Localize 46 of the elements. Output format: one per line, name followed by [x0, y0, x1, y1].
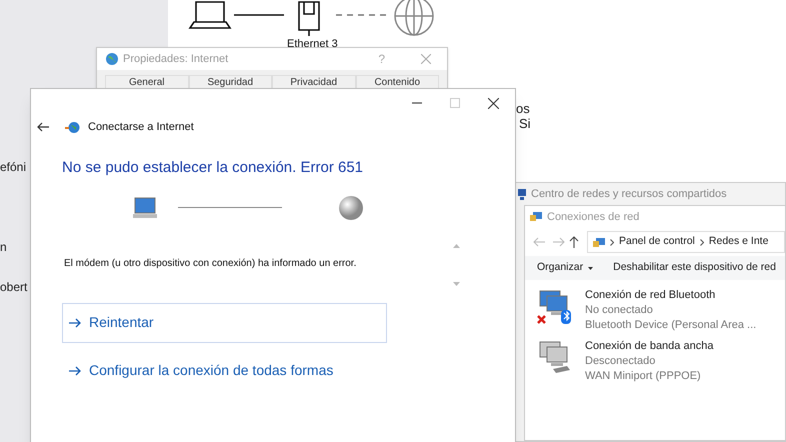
window-title: Centro de redes y recursos compartidos [531, 186, 727, 202]
forward-arrow-icon[interactable] [553, 237, 565, 247]
breadcrumb-item[interactable]: Panel de control [619, 234, 695, 250]
caret-icon [588, 266, 594, 270]
maximize-icon[interactable] [450, 98, 460, 108]
background-text: Si [519, 115, 531, 133]
background-text: os [516, 100, 530, 118]
breadcrumb-item[interactable]: Redes e Inte [708, 234, 768, 250]
globe-icon [65, 120, 80, 134]
close-icon[interactable] [488, 98, 499, 108]
toolbar-button[interactable]: Deshabilitar este dispositivo de red [613, 260, 776, 276]
toolbar-button[interactable]: Organizar [537, 260, 594, 276]
computer-icon [132, 196, 158, 220]
error-message: El módem (u otro dispositivo con conexión) ha informado un error. [64, 256, 358, 270]
scroll-down-icon[interactable] [452, 282, 460, 286]
connection-name: Conexión de red Bluetooth [585, 288, 716, 303]
up-arrow-icon[interactable] [569, 236, 579, 248]
arrow-icon [69, 318, 81, 328]
back-arrow-icon[interactable] [37, 122, 49, 132]
connection-item[interactable]: Conexión de red Bluetooth No conectado Bluetooth Device (Personal Area ... [537, 288, 773, 333]
address-bar[interactable]: Panel de control Redes e Inte [587, 231, 785, 253]
scroll-up-icon[interactable] [452, 244, 460, 248]
option-link[interactable]: Reintentar [62, 302, 387, 342]
background-text: obert [0, 279, 28, 296]
connection-status: No conectado [585, 303, 654, 318]
error-heading: No se pudo establecer la conexión. Error 651 [62, 158, 364, 178]
background-text: n [0, 239, 7, 256]
connection-status: Desconectado [585, 354, 656, 369]
window-title: Conexiones de red [547, 210, 640, 225]
device-name: Bluetooth Device (Personal Area ... [585, 318, 756, 333]
arrow-icon [69, 366, 81, 376]
network-icon [529, 211, 543, 223]
connection-item[interactable]: Conexión de banda ancha Desconectado WAN Miniport (PPPOE) [537, 339, 773, 384]
connection-name: Conexión de banda ancha [585, 339, 714, 354]
sphere-icon [338, 194, 364, 220]
window-title: Propiedades: Internet [123, 52, 228, 67]
chevron-icon [700, 238, 704, 246]
device-name: WAN Miniport (PPPOE) [585, 369, 702, 384]
network-icon [592, 236, 605, 248]
chevron-icon [610, 238, 614, 246]
background-text: efóni [0, 159, 26, 176]
option-link[interactable]: Configurar la conexión de todas formas [62, 350, 387, 390]
globe-icon [105, 52, 119, 66]
network-icon [517, 188, 527, 200]
adapter-label: Ethernet 3 [287, 37, 338, 52]
dialog-title: Conectarse a Internet [88, 120, 194, 135]
